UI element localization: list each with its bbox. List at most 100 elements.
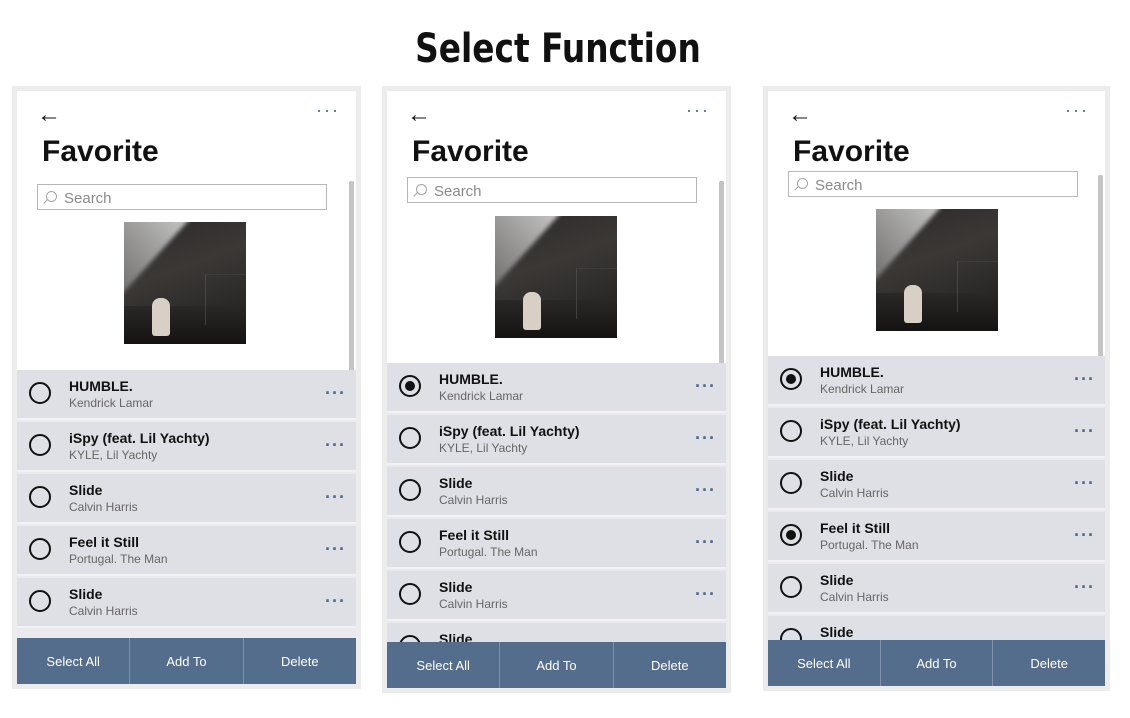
song-artist: Calvin Harris [439,597,508,611]
add-to-button[interactable]: Add To [500,642,614,688]
row-more-icon[interactable]: ··· [1074,421,1095,442]
row-more-icon[interactable]: ··· [695,584,716,605]
song-row[interactable]: iSpy (feat. Lil Yachty) KYLE, Lil Yachty… [387,415,726,465]
row-more-icon[interactable]: ··· [325,487,346,508]
song-row[interactable]: Feel it Still Portugal. The Man ··· [387,519,726,569]
song-artist: KYLE, Lil Yachty [820,434,909,448]
song-artist: Portugal. The Man [820,538,919,552]
radio-icon[interactable] [399,583,421,605]
radio-icon[interactable] [399,427,421,449]
song-title: Slide [439,579,473,595]
radio-icon[interactable] [399,479,421,501]
radio-icon[interactable] [29,538,51,560]
song-list: HUMBLE. Kendrick Lamar ··· iSpy (feat. L… [17,370,356,670]
song-title: iSpy (feat. Lil Yachty) [69,430,210,446]
row-more-icon[interactable]: ··· [325,539,346,560]
song-title: Slide [439,475,473,491]
search-icon [46,191,57,202]
song-title: HUMBLE. [69,378,133,394]
row-more-icon[interactable]: ··· [695,428,716,449]
song-artist: Calvin Harris [439,493,508,507]
search-input[interactable]: Search [407,177,697,203]
song-row[interactable]: iSpy (feat. Lil Yachty) KYLE, Lil Yachty… [768,408,1105,458]
song-row[interactable]: HUMBLE. Kendrick Lamar ··· [387,363,726,413]
radio-icon[interactable] [29,434,51,456]
song-row[interactable]: iSpy (feat. Lil Yachty) KYLE, Lil Yachty… [17,422,356,472]
song-title: iSpy (feat. Lil Yachty) [820,416,961,432]
radio-icon[interactable] [399,531,421,553]
song-title: Slide [69,586,103,602]
song-artist: Calvin Harris [820,590,889,604]
radio-icon[interactable] [780,420,802,442]
search-input[interactable]: Search [37,184,327,210]
song-artist: KYLE, Lil Yachty [439,441,528,455]
search-input[interactable]: Search [788,171,1078,197]
delete-button[interactable]: Delete [993,640,1105,686]
song-list: HUMBLE. Kendrick Lamar ··· iSpy (feat. L… [387,363,726,673]
radio-icon[interactable] [399,375,421,397]
song-title: Slide [820,468,854,484]
song-row[interactable]: HUMBLE. Kendrick Lamar ··· [768,356,1105,406]
radio-icon[interactable] [780,472,802,494]
more-options-icon[interactable]: ··· [316,101,340,119]
row-more-icon[interactable]: ··· [695,532,716,553]
radio-icon[interactable] [780,368,802,390]
song-artist: Calvin Harris [69,604,138,618]
song-row[interactable]: Feel it Still Portugal. The Man ··· [17,526,356,576]
bottom-action-bar: Select All Add To Delete [768,640,1105,686]
song-title: Slide [820,572,854,588]
song-row[interactable]: Slide Calvin Harris ··· [768,460,1105,510]
back-arrow-icon[interactable]: ← [37,103,61,127]
select-all-button[interactable]: Select All [768,640,881,686]
song-title: HUMBLE. [820,364,884,380]
radio-icon[interactable] [29,590,51,612]
radio-icon[interactable] [780,576,802,598]
radio-icon[interactable] [29,382,51,404]
add-to-button[interactable]: Add To [130,638,244,684]
delete-button[interactable]: Delete [244,638,356,684]
row-more-icon[interactable]: ··· [1074,369,1095,390]
song-row[interactable]: Slide Calvin Harris ··· [387,571,726,621]
playlist-title: Favorite [412,135,529,168]
bottom-action-bar: Select All Add To Delete [17,638,356,684]
song-artist: KYLE, Lil Yachty [69,448,158,462]
song-title: Feel it Still [69,534,140,550]
song-list: HUMBLE. Kendrick Lamar ··· iSpy (feat. L… [768,356,1105,666]
row-more-icon[interactable]: ··· [325,435,346,456]
more-options-icon[interactable]: ··· [686,101,710,119]
row-more-icon[interactable]: ··· [1074,473,1095,494]
row-more-icon[interactable]: ··· [695,376,716,397]
back-arrow-icon[interactable]: ← [788,103,812,127]
row-more-icon[interactable]: ··· [1074,525,1095,546]
select-all-button[interactable]: Select All [387,642,501,688]
add-to-button[interactable]: Add To [881,640,994,686]
select-all-button[interactable]: Select All [17,638,131,684]
song-row[interactable]: Slide Calvin Harris ··· [387,467,726,517]
song-title: iSpy (feat. Lil Yachty) [439,423,580,439]
song-artist: Kendrick Lamar [69,396,154,410]
search-icon [416,184,427,195]
song-row[interactable]: Slide Calvin Harris ··· [768,564,1105,614]
row-more-icon[interactable]: ··· [1074,577,1095,598]
song-title: Slide [820,624,854,640]
song-row[interactable]: HUMBLE. Kendrick Lamar ··· [17,370,356,420]
song-row[interactable]: Slide Calvin Harris ··· [17,578,356,628]
row-more-icon[interactable]: ··· [695,480,716,501]
album-cover [876,209,998,331]
more-options-icon[interactable]: ··· [1065,101,1089,119]
song-artist: Calvin Harris [820,486,889,500]
phone-screen-1: ← ··· Favorite Search HUMBLE. Kendrick L… [12,86,361,689]
row-more-icon[interactable]: ··· [325,383,346,404]
delete-button[interactable]: Delete [614,642,726,688]
search-placeholder: Search [815,177,863,194]
radio-icon[interactable] [29,486,51,508]
phone-screen-2: ← ··· Favorite Search HUMBLE. Kendrick L… [382,86,731,693]
radio-icon[interactable] [780,524,802,546]
song-row[interactable]: Feel it Still Portugal. The Man ··· [768,512,1105,562]
song-artist: Portugal. The Man [69,552,168,566]
page-title: Select Function [415,26,701,72]
song-title: HUMBLE. [439,371,503,387]
song-row[interactable]: Slide Calvin Harris ··· [17,474,356,524]
back-arrow-icon[interactable]: ← [407,103,431,127]
row-more-icon[interactable]: ··· [325,591,346,612]
